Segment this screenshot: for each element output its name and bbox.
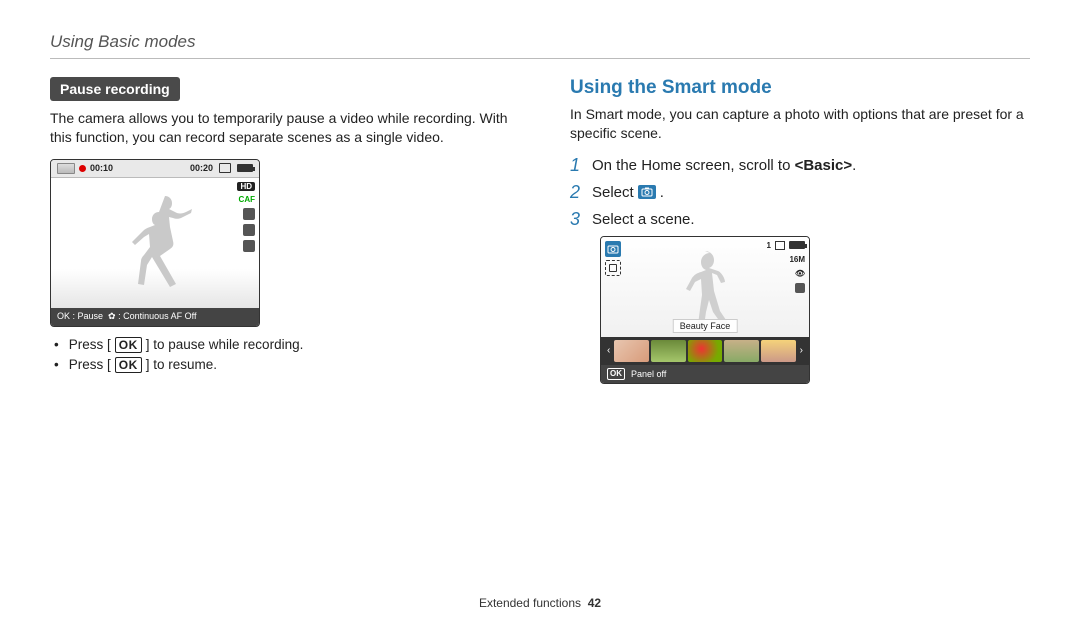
- resolution-label: 16M: [789, 255, 805, 264]
- step-3: 3 Select a scene.: [570, 209, 1030, 230]
- scene-thumb[interactable]: [614, 340, 649, 362]
- card-icon: [219, 163, 231, 173]
- recording-tip: OK : Pause ✿ : Continuous AF Off: [57, 311, 196, 322]
- subheading-pill: Pause recording: [50, 77, 180, 101]
- manual-page: Using Basic modes Pause recording The ca…: [0, 0, 1080, 630]
- step-2: 2 Select .: [570, 182, 1030, 203]
- bullet-resume: Press [OK] to resume.: [50, 357, 510, 373]
- smart-bottombar: OK Panel off: [601, 365, 809, 383]
- smart-left-icons: [605, 241, 621, 276]
- battery-icon: [237, 164, 253, 172]
- pause-intro-text: The camera allows you to temporarily pau…: [50, 109, 510, 147]
- panel-off-label: Panel off: [631, 369, 666, 379]
- left-column: Pause recording The camera allows you to…: [50, 77, 510, 384]
- recording-topbar: 00:10 00:20: [51, 160, 259, 178]
- hd-badge: HD: [237, 182, 255, 191]
- scene-thumb[interactable]: [761, 340, 796, 362]
- mode-icon-1: [243, 208, 255, 220]
- smart-mode-icon: [638, 185, 656, 199]
- thumbnail-icon: [57, 163, 75, 174]
- recording-screenshot: 00:10 00:20 HD CAF: [50, 159, 260, 327]
- ok-key-icon: OK: [607, 368, 625, 380]
- smart-mode-heading: Using the Smart mode: [570, 77, 1030, 99]
- focus-frame-icon: [605, 260, 621, 276]
- ok-key-icon: OK: [115, 357, 142, 373]
- smart-steps: 1 On the Home screen, scroll to <Basic>.…: [570, 155, 1030, 230]
- ok-key-icon: OK: [115, 337, 142, 353]
- scene-name-label: Beauty Face: [673, 319, 738, 333]
- record-indicator-icon: [79, 165, 86, 172]
- shot-count: 1: [767, 241, 771, 250]
- divider: [50, 58, 1030, 59]
- dancer-silhouette: [123, 190, 203, 300]
- scene-prev-icon[interactable]: ‹: [605, 345, 612, 356]
- right-column: Using the Smart mode In Smart mode, you …: [570, 77, 1030, 384]
- smart-right-icons: 1 16M 👁: [767, 241, 805, 293]
- scene-thumb[interactable]: [688, 340, 723, 362]
- remaining-time: 00:20: [190, 163, 213, 173]
- page-footer: Extended functions 42: [0, 596, 1080, 610]
- recording-bottombar: OK : Pause ✿ : Continuous AF Off: [51, 308, 259, 326]
- stabilizer-icon: [243, 240, 255, 252]
- smart-preview: 1 16M 👁 Beauty Face: [601, 237, 809, 337]
- scene-next-icon[interactable]: ›: [798, 345, 805, 356]
- bullet-pause: Press [OK] to pause while recording.: [50, 337, 510, 353]
- section-header: Using Basic modes: [50, 32, 1030, 52]
- card-icon: [775, 241, 785, 250]
- recording-preview: HD CAF: [51, 178, 259, 308]
- elapsed-time: 00:10: [90, 163, 113, 173]
- child-silhouette: [675, 247, 735, 327]
- redeye-icon: 👁: [795, 269, 805, 278]
- scene-thumb[interactable]: [651, 340, 686, 362]
- recording-right-icons: HD CAF: [237, 182, 255, 252]
- camera-mode-icon: [605, 241, 621, 257]
- step-1: 1 On the Home screen, scroll to <Basic>.: [570, 155, 1030, 176]
- scene-thumb[interactable]: [724, 340, 759, 362]
- flash-icon: [795, 283, 805, 293]
- caf-label: CAF: [239, 195, 255, 204]
- two-column-layout: Pause recording The camera allows you to…: [50, 77, 1030, 384]
- smart-intro-text: In Smart mode, you can capture a photo w…: [570, 105, 1030, 143]
- battery-icon: [789, 241, 805, 249]
- mode-icon-2: [243, 224, 255, 236]
- smart-screenshot: 1 16M 👁 Beauty Face ‹: [600, 236, 810, 384]
- pause-instructions: Press [OK] to pause while recording. Pre…: [50, 337, 510, 373]
- scene-thumbnails: ‹ ›: [601, 337, 809, 365]
